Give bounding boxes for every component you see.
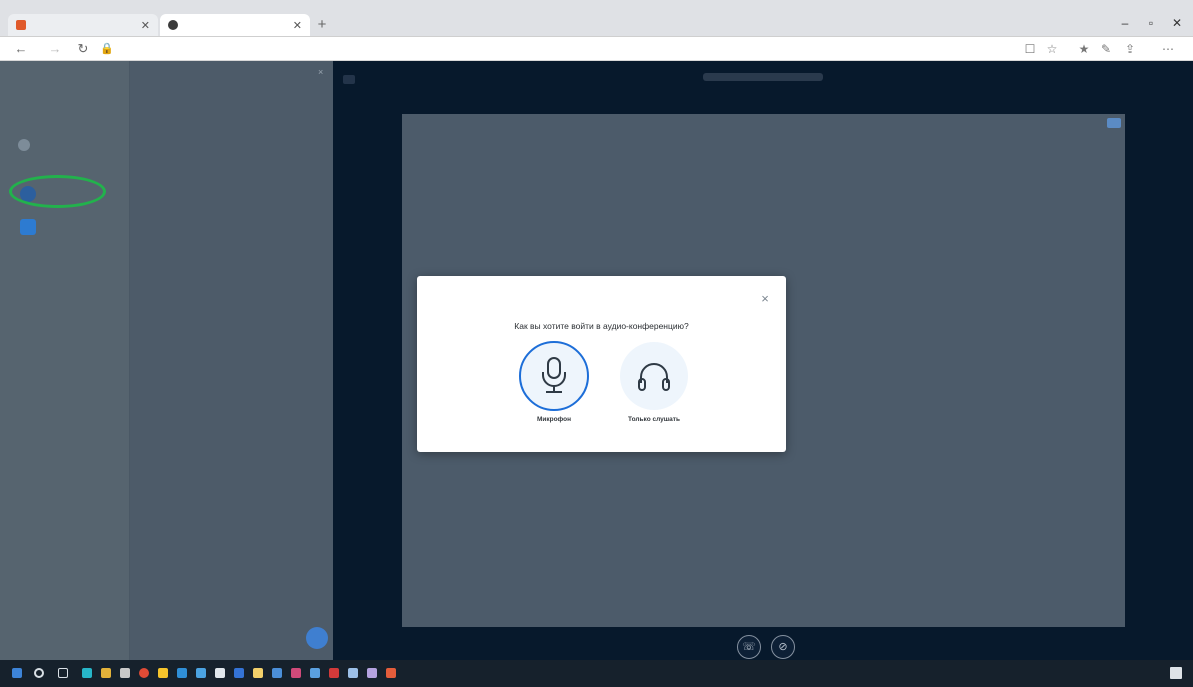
taskbar-app-icon[interactable]: [196, 668, 206, 678]
avatar: [20, 219, 36, 235]
taskbar-app-icon[interactable]: [329, 668, 339, 678]
back-arrow-icon[interactable]: ←: [12, 40, 30, 58]
taskbar-app-icon[interactable]: [386, 668, 396, 678]
microphone-option-button[interactable]: [519, 341, 589, 411]
browser-tab-1[interactable]: ✕: [8, 14, 158, 36]
task-view-icon[interactable]: [58, 668, 68, 678]
tab-close-icon[interactable]: ✕: [293, 19, 302, 32]
address-bar[interactable]: [116, 41, 996, 57]
listen-only-option-button[interactable]: [620, 342, 688, 410]
chat-action-button[interactable]: [306, 627, 328, 649]
notes-icon[interactable]: ✎: [1098, 41, 1114, 57]
taskbar-app-icon[interactable]: [120, 668, 130, 678]
notification-center-icon[interactable]: [1170, 667, 1182, 679]
tab-favicon-icon: [16, 20, 26, 30]
chat-panel: ×: [130, 61, 333, 660]
reading-view-icon[interactable]: ☐: [1022, 41, 1038, 57]
forward-arrow-icon[interactable]: →: [46, 40, 64, 58]
tab-favicon-icon: [168, 20, 178, 30]
browser-toolbar: ← → ↻ 🔒 ☐ ☆ ★ ✎ ⇪ ⋯: [0, 37, 1193, 61]
lock-icon: 🔒: [100, 43, 114, 55]
chat-panel-close-icon[interactable]: ×: [318, 67, 323, 77]
minimize-button[interactable]: –: [1112, 14, 1138, 32]
taskbar-app-icon[interactable]: [348, 668, 358, 678]
taskbar-app-icon[interactable]: [139, 668, 149, 678]
modal-question: Как вы хотите войти в аудио-конференцию?: [514, 321, 689, 331]
options-menu-icon[interactable]: [343, 75, 355, 84]
browser-tab-2[interactable]: ✕: [160, 14, 310, 36]
taskbar-app-icon[interactable]: [291, 668, 301, 678]
more-icon[interactable]: ⋯: [1160, 41, 1176, 57]
highlight-annotation-ellipse: [9, 175, 106, 208]
sidebar: ×: [0, 61, 333, 660]
user-row[interactable]: [20, 218, 120, 236]
microphone-option-label: Микрофон: [536, 416, 572, 423]
screen: ✕ ✕ + – ▫ ✕ ← → ↻ 🔒 ☐ ☆ ★ ✎ ⇪ ⋯ × ☏ ⊘ × …: [0, 0, 1193, 687]
start-windows-icon[interactable]: [12, 668, 22, 678]
taskbar-app-icon[interactable]: [234, 668, 244, 678]
browser-tab-strip: ✕ ✕ + – ▫ ✕: [0, 0, 1193, 37]
user-row[interactable]: [18, 137, 118, 153]
audio-join-modal: × Как вы хотите войти в аудио-конференци…: [417, 276, 786, 452]
taskbar-app-icon[interactable]: [177, 668, 187, 678]
user-list-panel: [0, 61, 130, 660]
close-window-button[interactable]: ✕: [1164, 14, 1190, 32]
taskbar-app-icon[interactable]: [253, 668, 263, 678]
windows-taskbar: [0, 660, 1193, 687]
listen-only-option-label: Только слушать: [628, 416, 680, 423]
media-controls: ☏ ⊘: [732, 635, 802, 659]
join-audio-button[interactable]: ☏: [737, 635, 761, 659]
headphones-icon: [638, 363, 670, 391]
taskbar-app-icon[interactable]: [82, 668, 92, 678]
microphone-icon: [542, 357, 566, 393]
maximize-button[interactable]: ▫: [1138, 14, 1164, 32]
taskbar-app-icon[interactable]: [158, 668, 168, 678]
taskbar-app-icon[interactable]: [101, 668, 111, 678]
presentation-fullscreen-icon[interactable]: [1107, 118, 1121, 128]
taskbar-app-icon[interactable]: [367, 668, 377, 678]
favorite-star-icon[interactable]: ☆: [1044, 41, 1060, 57]
taskbar-app-icon[interactable]: [215, 668, 225, 678]
share-icon[interactable]: ⇪: [1122, 41, 1138, 57]
reload-icon[interactable]: ↻: [74, 40, 92, 58]
new-tab-button[interactable]: +: [313, 16, 331, 34]
tab-close-icon[interactable]: ✕: [141, 19, 150, 32]
favorites-hub-icon[interactable]: ★: [1076, 41, 1092, 57]
close-icon[interactable]: ×: [758, 292, 772, 306]
taskbar-app-icon[interactable]: [272, 668, 282, 678]
meeting-title: [703, 73, 823, 81]
share-camera-button[interactable]: ⊘: [771, 635, 795, 659]
search-icon[interactable]: [34, 668, 44, 678]
taskbar-app-icon[interactable]: [310, 668, 320, 678]
avatar: [18, 139, 30, 151]
